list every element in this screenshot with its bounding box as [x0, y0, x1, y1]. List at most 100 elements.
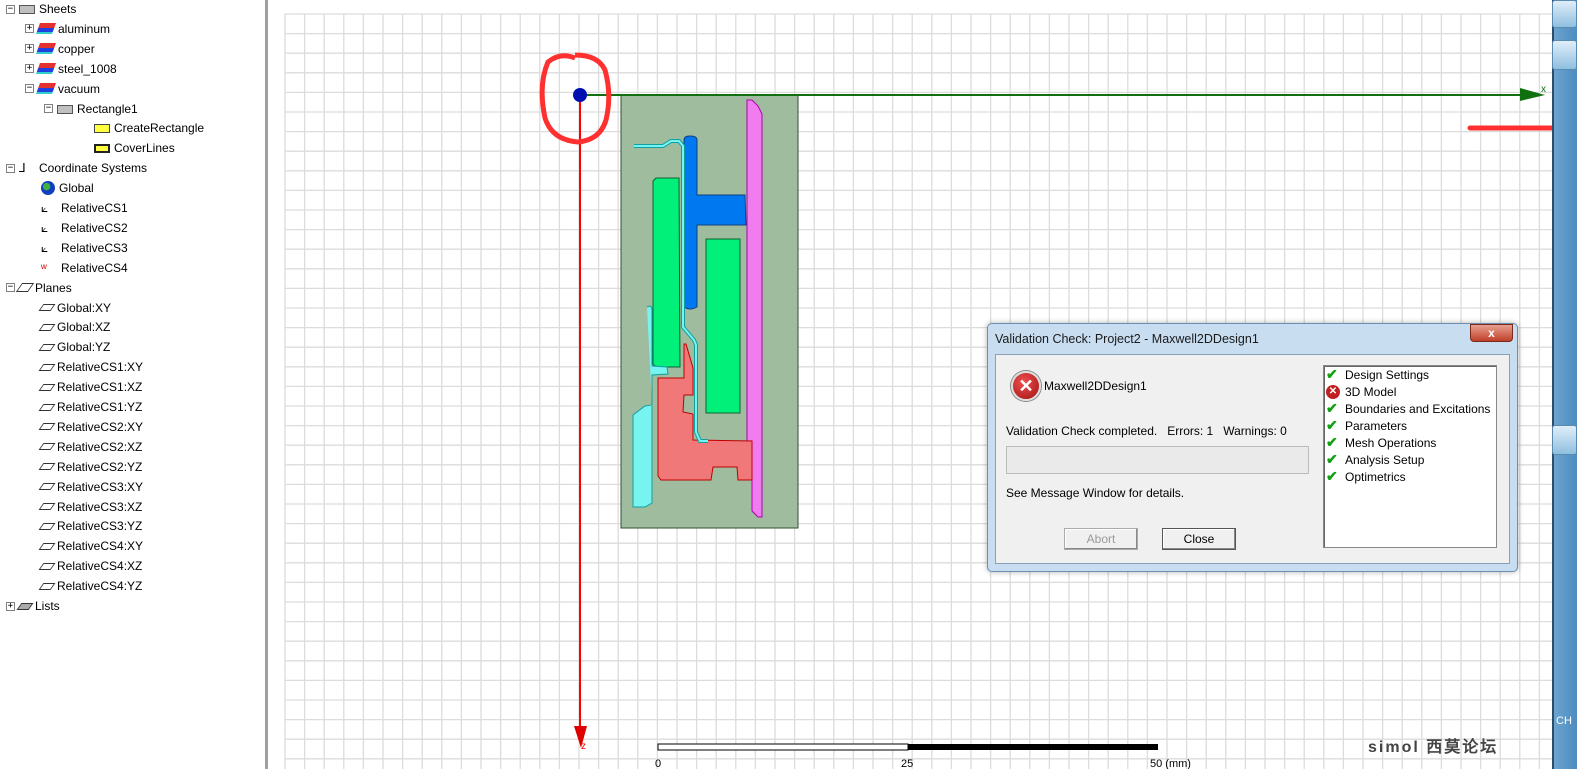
- plane-icon: [38, 383, 56, 391]
- x-axis-label: x: [1541, 84, 1546, 95]
- material-icon: [35, 63, 57, 75]
- expander-icon[interactable]: +: [25, 44, 34, 54]
- tree-item[interactable]: Global:XY: [38, 299, 112, 317]
- tree-item[interactable]: + copper: [25, 40, 95, 58]
- tree-item[interactable]: − ⅃ Coordinate Systems: [6, 159, 147, 177]
- tree-item[interactable]: ʷ RelativeCS4: [41, 259, 128, 277]
- abort-button[interactable]: Abort: [1064, 528, 1138, 550]
- tree-item-label: Global:YZ: [57, 340, 111, 355]
- plane-icon: [38, 503, 56, 510]
- tree-item[interactable]: RelativeCS2:XZ: [38, 438, 143, 456]
- expander-icon[interactable]: −: [44, 104, 53, 113]
- tree-item[interactable]: + Lists: [6, 597, 60, 615]
- material-icon: [35, 23, 57, 35]
- tree-item[interactable]: RelativeCS3:XY: [38, 478, 144, 496]
- check-label: Analysis Setup: [1345, 452, 1425, 467]
- error-icon: ✕: [1326, 384, 1340, 399]
- expander-icon[interactable]: +: [25, 64, 34, 74]
- checkmark-icon: ✔: [1326, 451, 1338, 467]
- check-list: ✔ Design Settings ✕ 3D Model ✔ Boundaries and…: [1323, 365, 1497, 548]
- tree-item-label: RelativeCS4:YZ: [57, 579, 143, 594]
- tree-item-label: RelativeCS1:XY: [57, 360, 144, 375]
- tree-item-label: RelativeCS4:XZ: [57, 559, 143, 574]
- tree-item-label: CoverLines: [114, 141, 175, 156]
- tree-item[interactable]: RelativeCS1:XZ: [38, 378, 143, 396]
- tree-item-label: RelativeCS2:XZ: [57, 439, 143, 454]
- lists-icon: [16, 602, 34, 610]
- design-name: Maxwell2DDesign1: [1044, 379, 1147, 393]
- tree-item-label: Coordinate Systems: [39, 161, 148, 176]
- expander-icon[interactable]: +: [25, 24, 34, 34]
- tree-item[interactable]: − vacuum: [25, 80, 100, 98]
- sheet-icon: [19, 5, 35, 14]
- plane-icon: [38, 323, 56, 331]
- plane-icon: [38, 403, 56, 411]
- plane-icon: [38, 363, 56, 371]
- tree-item-label: steel_1008: [58, 61, 117, 76]
- check-item: ✔ Mesh Operations: [1324, 434, 1496, 451]
- tree-item-label: RelativeCS1:XZ: [57, 380, 143, 395]
- check-label: Parameters: [1345, 418, 1408, 433]
- tree-item[interactable]: + steel_1008: [25, 60, 117, 78]
- dialog-title: Validation Check: Project2 - Maxwell2DDe…: [995, 332, 1259, 346]
- check-item: ✔ Boundaries and Excitations: [1324, 400, 1496, 417]
- taskbar-button[interactable]: [1552, 425, 1577, 455]
- taskbar-button[interactable]: [1552, 0, 1577, 28]
- close-button[interactable]: Close: [1162, 528, 1236, 550]
- tree-item[interactable]: − Sheets: [6, 0, 76, 18]
- tree-item[interactable]: − Rectangle1: [44, 100, 138, 118]
- tree-item[interactable]: RelativeCS4:XY: [38, 537, 143, 555]
- tree-item-label: Global: [59, 181, 94, 196]
- checkmark-icon: ✔: [1326, 468, 1338, 484]
- checkmark-icon: ✔: [1326, 400, 1338, 416]
- tree-item[interactable]: RelativeCS1:YZ: [38, 398, 142, 416]
- taskbar-button[interactable]: [1552, 40, 1577, 70]
- tree-item[interactable]: Global:XZ: [38, 318, 110, 336]
- tree-item-label: Sheets: [39, 2, 77, 16]
- taskbar-language[interactable]: CH: [1556, 715, 1572, 727]
- cover-icon: [94, 143, 110, 153]
- green-left-part: [652, 177, 681, 368]
- plane-icon: [38, 343, 56, 351]
- tree-item[interactable]: − Planes: [6, 279, 72, 297]
- tree-item[interactable]: CoverLines: [94, 139, 175, 157]
- geometry: [620, 94, 799, 529]
- planes-icon: [15, 283, 35, 293]
- tree-item-label: RelativeCS3:XY: [57, 479, 144, 494]
- expander-icon[interactable]: −: [6, 4, 15, 14]
- plane-icon: [38, 522, 56, 530]
- check-item: ✔ Parameters: [1324, 417, 1496, 434]
- expander-icon[interactable]: −: [6, 163, 15, 173]
- expander-icon[interactable]: −: [6, 283, 15, 293]
- tree-item[interactable]: ⟀ RelativeCS1: [41, 199, 128, 217]
- expander-icon[interactable]: −: [25, 84, 34, 94]
- tree-item[interactable]: ⟀ RelativeCS2: [41, 219, 128, 237]
- tree-item[interactable]: Global: [41, 179, 94, 197]
- check-item: ✔ Analysis Setup: [1324, 451, 1496, 468]
- expander-icon[interactable]: +: [6, 601, 15, 611]
- tree-item[interactable]: Global:YZ: [38, 338, 111, 356]
- tree-item[interactable]: RelativeCS4:YZ: [38, 577, 143, 595]
- tree-item[interactable]: RelativeCS1:XY: [38, 358, 144, 376]
- project-tree: − Sheets + aluminum + copper + steel_1008− vacuu…: [0, 0, 268, 769]
- tree-item[interactable]: RelativeCS3:YZ: [38, 517, 142, 535]
- tree-item[interactable]: ⟀ RelativeCS3: [41, 239, 128, 257]
- error-icon: ✕: [1011, 371, 1041, 401]
- plane-icon: [38, 443, 56, 451]
- tree-item[interactable]: RelativeCS2:YZ: [38, 458, 142, 476]
- check-label: 3D Model: [1345, 384, 1397, 399]
- tree-item[interactable]: CreateRectangle: [94, 119, 204, 137]
- progress-bar: [1006, 446, 1309, 474]
- tree-item-label: copper: [58, 41, 95, 56]
- check-label: Mesh Operations: [1345, 435, 1437, 450]
- check-label: Boundaries and Excitations: [1345, 401, 1491, 416]
- relative-cs-icon: ⟀: [41, 240, 49, 255]
- scale-tick-50: 50 (mm): [1150, 758, 1191, 769]
- tree-item[interactable]: RelativeCS2:XY: [38, 418, 143, 436]
- plane-icon: [38, 304, 56, 311]
- tree-item[interactable]: RelativeCS3:XZ: [38, 498, 142, 516]
- tree-item[interactable]: + aluminum: [25, 20, 110, 38]
- tree-item-label: Global:XY: [57, 300, 112, 315]
- tree-item[interactable]: RelativeCS4:XZ: [38, 557, 143, 575]
- dialog-close-icon[interactable]: x: [1470, 324, 1513, 342]
